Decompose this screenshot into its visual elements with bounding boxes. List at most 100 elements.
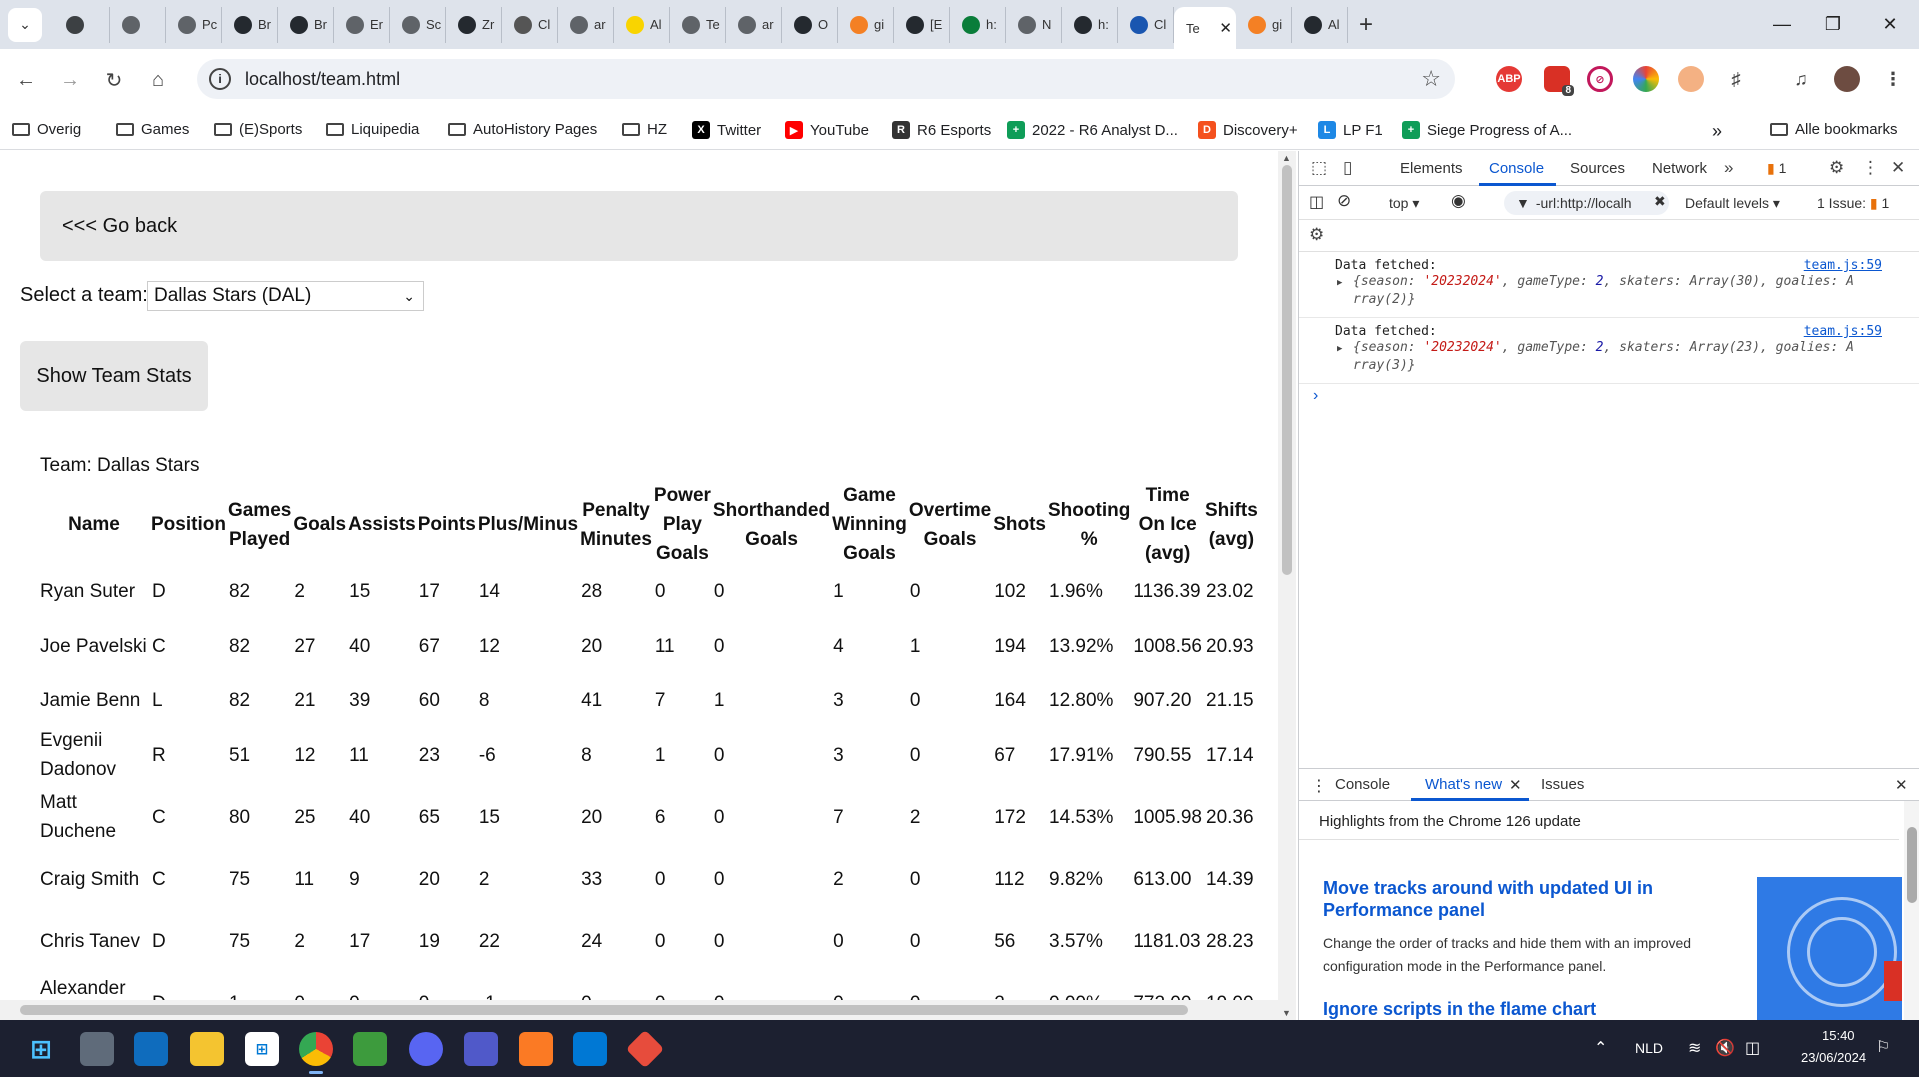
- devtools-tab-elements[interactable]: Elements: [1400, 160, 1463, 177]
- settings-gear-icon[interactable]: ⚙: [1829, 158, 1844, 178]
- device-toolbar-icon[interactable]: ▯: [1343, 158, 1352, 178]
- console-filter-input[interactable]: ▼ -url:http://localh: [1504, 191, 1669, 215]
- browser-tab[interactable]: Al: [1292, 6, 1348, 43]
- context-selector[interactable]: top ▾: [1389, 195, 1419, 212]
- volume-muted-icon[interactable]: 🔇: [1715, 1038, 1735, 1058]
- bookmark-item[interactable]: AutoHistory Pages: [448, 121, 597, 138]
- devtools-menu-icon[interactable]: ⋮: [1862, 158, 1879, 178]
- more-menu-icon[interactable]: ⋮: [1880, 66, 1906, 92]
- browser-tab[interactable]: [E: [894, 6, 950, 43]
- console-prompt[interactable]: ›: [1313, 387, 1318, 405]
- clock-time[interactable]: 15:40: [1822, 1028, 1855, 1043]
- bookmark-item[interactable]: +2022 - R6 Analyst D...: [1007, 121, 1178, 139]
- profile-avatar[interactable]: [1834, 66, 1860, 92]
- vscode-icon[interactable]: [573, 1032, 607, 1066]
- file-explorer-icon[interactable]: [190, 1032, 224, 1066]
- drawer-menu-icon[interactable]: ⋮: [1311, 776, 1327, 796]
- log-source-link[interactable]: team.js:59: [1804, 324, 1882, 339]
- notepad-icon[interactable]: [353, 1032, 387, 1066]
- drawer-tab-issues[interactable]: Issues: [1541, 776, 1584, 793]
- inspect-element-icon[interactable]: ⬚: [1311, 158, 1327, 178]
- browser-tab[interactable]: h:: [950, 6, 1006, 43]
- drawer-tab-console[interactable]: Console: [1335, 776, 1390, 793]
- bookmark-item[interactable]: HZ: [622, 121, 667, 138]
- tab-search-button[interactable]: ⌄: [8, 7, 42, 42]
- url-text[interactable]: localhost/team.html: [245, 69, 400, 90]
- task-view-icon[interactable]: [80, 1032, 114, 1066]
- devtools-tab-sources[interactable]: Sources: [1570, 160, 1625, 177]
- browser-tab[interactable]: h:: [1062, 6, 1118, 43]
- language-indicator[interactable]: NLD: [1635, 1040, 1663, 1056]
- bookmarks-overflow-icon[interactable]: »: [1712, 121, 1722, 142]
- browser-tab[interactable]: [110, 6, 166, 43]
- bookmark-item[interactable]: + Siege Progress of A...: [1402, 121, 1572, 139]
- close-window-button[interactable]: ✕: [1860, 0, 1919, 49]
- notifications-icon[interactable]: ⚐: [1876, 1037, 1890, 1057]
- browser-tab[interactable]: Cl: [502, 6, 558, 43]
- maximize-button[interactable]: ❐: [1803, 0, 1863, 49]
- page-horizontal-scrollbar[interactable]: [0, 1000, 1278, 1020]
- browser-tab[interactable]: Br: [222, 6, 278, 43]
- teams-icon[interactable]: [464, 1032, 498, 1066]
- browser-tab[interactable]: ar: [558, 6, 614, 43]
- expand-triangle-icon[interactable]: ▶: [1337, 340, 1342, 358]
- bookmark-item[interactable]: ▶ YouTube: [785, 121, 869, 139]
- clear-console-icon[interactable]: ⊘: [1337, 191, 1351, 211]
- close-devtools-icon[interactable]: ✕: [1891, 158, 1905, 178]
- team-select[interactable]: Dallas Stars (DAL) ⌄: [147, 281, 424, 311]
- more-tabs-icon[interactable]: »: [1724, 158, 1733, 178]
- bookmark-item[interactable]: D Discovery+: [1198, 121, 1298, 139]
- avatar-extension-icon[interactable]: [1678, 66, 1704, 92]
- drawer-scrollbar[interactable]: [1904, 801, 1919, 1021]
- battery-icon[interactable]: ◫: [1745, 1038, 1760, 1058]
- whats-new-item-title[interactable]: Move tracks around with updated UI in Pe…: [1323, 877, 1723, 921]
- scroll-thumb[interactable]: [1282, 165, 1292, 575]
- devtools-tab-network[interactable]: Network: [1652, 160, 1707, 177]
- browser-tab[interactable]: O: [782, 6, 838, 43]
- expand-triangle-icon[interactable]: ▶: [1337, 274, 1342, 292]
- page-vertical-scrollbar[interactable]: ▲ ▼: [1278, 151, 1296, 1020]
- browser-tab[interactable]: gi: [838, 6, 894, 43]
- issues-counter[interactable]: 1 Issue: ▮ 1: [1817, 195, 1889, 212]
- clear-filter-icon[interactable]: ✖: [1654, 193, 1666, 210]
- browser-tab[interactable]: ar: [726, 6, 782, 43]
- new-tab-button[interactable]: +: [1348, 11, 1384, 39]
- microsoft-store-icon[interactable]: ⊞: [245, 1032, 279, 1066]
- tray-overflow-icon[interactable]: ⌃: [1594, 1038, 1607, 1058]
- bookmark-item[interactable]: R R6 Esports: [892, 121, 991, 139]
- discord-icon[interactable]: [409, 1032, 443, 1066]
- reload-button[interactable]: ↻: [96, 62, 132, 98]
- whats-new-item-title[interactable]: Ignore scripts in the flame chart: [1323, 998, 1596, 1020]
- xampp-icon[interactable]: [519, 1032, 553, 1066]
- bookmark-star-icon[interactable]: ☆: [1421, 66, 1441, 92]
- go-back-button[interactable]: <<< Go back: [40, 191, 1238, 261]
- log-levels-dropdown[interactable]: Default levels ▾: [1685, 195, 1780, 212]
- start-windows-icon[interactable]: ⊞: [24, 1032, 58, 1066]
- eye-icon[interactable]: ◉: [1451, 191, 1466, 211]
- browser-tab[interactable]: gi: [1236, 6, 1292, 43]
- forward-nav-button[interactable]: →: [52, 62, 88, 98]
- browser-tab[interactable]: Zr: [446, 6, 502, 43]
- browser-tab[interactable]: Cl: [1118, 6, 1174, 43]
- scroll-down-icon[interactable]: ▼: [1282, 1008, 1291, 1018]
- git-icon[interactable]: [625, 1029, 665, 1069]
- bookmark-item[interactable]: Overig: [12, 121, 81, 138]
- devtools-tab-console[interactable]: Console: [1489, 160, 1544, 177]
- bookmark-item[interactable]: X Twitter: [692, 121, 761, 139]
- extensions-puzzle-icon[interactable]: ♯: [1723, 66, 1749, 92]
- browser-tab[interactable]: [54, 6, 110, 43]
- chrome-icon[interactable]: [299, 1032, 333, 1074]
- clock-date[interactable]: 23/06/2024: [1801, 1050, 1866, 1065]
- bookmark-item[interactable]: L LP F1: [1318, 121, 1383, 139]
- sidebar-toggle-icon[interactable]: ◫: [1309, 192, 1324, 212]
- media-control-icon[interactable]: ♫: [1788, 66, 1814, 92]
- adblock-extension-icon[interactable]: ABP: [1496, 66, 1522, 92]
- browser-tab[interactable]: Te: [670, 6, 726, 43]
- close-tab-icon[interactable]: ✕: [1219, 19, 1232, 37]
- back-nav-button[interactable]: ←: [8, 62, 44, 98]
- drawer-tab-whats-new[interactable]: What's new: [1425, 776, 1502, 793]
- site-info-icon[interactable]: i: [209, 68, 231, 90]
- block-extension-icon[interactable]: ⊘: [1587, 66, 1613, 92]
- browser-tab[interactable]: Al: [614, 6, 670, 43]
- home-button[interactable]: ⌂: [140, 62, 176, 98]
